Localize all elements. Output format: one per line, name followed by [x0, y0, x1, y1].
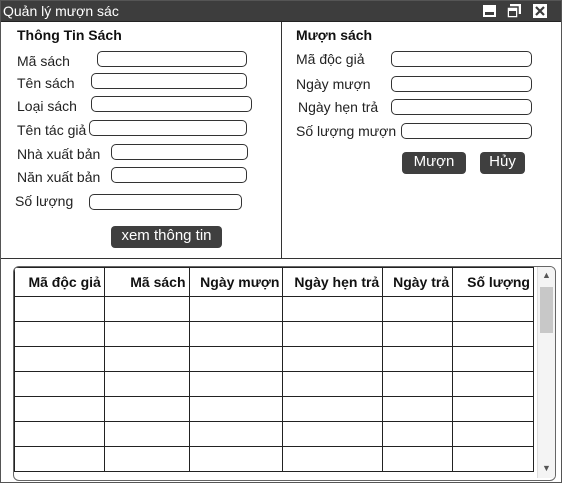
table-cell[interactable] [103, 321, 190, 347]
main-window: Quản lý mượn sác Thông Tin Sách Mã sách … [0, 0, 562, 483]
panel-divider-vertical [281, 22, 282, 258]
table-cell[interactable] [14, 446, 105, 472]
table-cell[interactable] [282, 321, 384, 347]
table-cell[interactable] [103, 396, 190, 422]
scroll-down-icon[interactable]: ▼ [542, 464, 551, 473]
column-header[interactable]: Ngày hẹn trả [282, 267, 384, 297]
table-cell[interactable] [103, 446, 190, 472]
title-bar[interactable]: Quản lý mượn sác [1, 1, 561, 22]
borrow-date-input[interactable] [391, 76, 532, 92]
window-title: Quản lý mượn sác [3, 3, 119, 19]
table-cell[interactable] [382, 396, 454, 422]
author-input[interactable] [89, 120, 247, 136]
due-date-input[interactable] [391, 99, 532, 115]
book-type-input[interactable] [91, 96, 252, 112]
table-cell[interactable] [382, 296, 454, 322]
minimize-icon[interactable] [482, 3, 498, 19]
table-cell[interactable] [188, 396, 284, 422]
restore-icon[interactable] [506, 3, 522, 19]
reader-id-label: Mã độc giả [296, 51, 365, 67]
scrollbar-thumb[interactable] [540, 287, 553, 333]
publish-year-input[interactable] [111, 167, 247, 183]
table-cell[interactable] [188, 346, 284, 372]
table-cell[interactable] [188, 371, 284, 397]
table-cell[interactable] [103, 421, 190, 447]
table-cell[interactable] [14, 346, 105, 372]
reader-id-input[interactable] [391, 51, 532, 67]
table-cell[interactable] [14, 321, 105, 347]
due-date-label: Ngày hẹn trả [298, 99, 379, 115]
table-cell[interactable] [382, 346, 454, 372]
quantity-label: Số lượng [15, 193, 74, 209]
panel-divider-horizontal [1, 258, 561, 259]
cancel-button[interactable]: Hủy [480, 152, 525, 174]
book-id-label: Mã sách [17, 53, 70, 69]
table-cell[interactable] [14, 371, 105, 397]
book-id-input[interactable] [97, 51, 247, 67]
table-cell[interactable] [103, 371, 190, 397]
table-row[interactable] [14, 296, 534, 322]
table-row[interactable] [14, 346, 534, 372]
borrow-quantity-label: Số lượng mượn [296, 123, 397, 139]
table-cell[interactable] [382, 371, 454, 397]
table-row[interactable] [14, 421, 534, 447]
table-cell[interactable] [382, 421, 454, 447]
column-header[interactable]: Mã độc giả [14, 267, 105, 297]
table-cell[interactable] [452, 321, 534, 347]
table-cell[interactable] [188, 296, 284, 322]
table-cell[interactable] [188, 421, 284, 447]
table-cell[interactable] [282, 421, 384, 447]
column-header[interactable]: Ngày mượn [188, 267, 284, 297]
table-row[interactable] [14, 446, 534, 472]
close-icon[interactable] [532, 3, 548, 19]
table-cell[interactable] [188, 446, 284, 472]
column-header[interactable]: Mã sách [103, 267, 190, 297]
table-cell[interactable] [103, 296, 190, 322]
borrow-date-label: Ngày mượn [296, 76, 371, 92]
table-cell[interactable] [14, 421, 105, 447]
table-cell[interactable] [282, 371, 384, 397]
borrow-quantity-input[interactable] [401, 123, 532, 139]
publisher-input[interactable] [111, 144, 248, 160]
borrow-heading: Mượn sách [296, 27, 373, 43]
table-header-row: Mã độc giả Mã sách Ngày mượn Ngày hẹn tr… [14, 267, 534, 297]
vertical-scrollbar[interactable]: ▲ ▼ [537, 267, 555, 478]
table-cell[interactable] [452, 346, 534, 372]
table-cell[interactable] [452, 421, 534, 447]
scroll-up-icon[interactable]: ▲ [542, 271, 551, 280]
borrow-button[interactable]: Mượn [402, 152, 466, 174]
table-cell[interactable] [452, 296, 534, 322]
table-cell[interactable] [382, 321, 454, 347]
table-cell[interactable] [103, 346, 190, 372]
table-cell[interactable] [188, 321, 284, 347]
column-header[interactable]: Số lượng [452, 267, 534, 297]
loans-table[interactable]: Mã độc giả Mã sách Ngày mượn Ngày hẹn tr… [13, 266, 556, 481]
view-info-button[interactable]: xem thông tin [111, 226, 222, 248]
table-row[interactable] [14, 321, 534, 347]
column-header[interactable]: Ngày trả [382, 267, 454, 297]
table-cell[interactable] [282, 346, 384, 372]
book-title-label: Tên sách [17, 75, 75, 91]
table-cell[interactable] [452, 446, 534, 472]
table-cell[interactable] [452, 396, 534, 422]
quantity-input[interactable] [89, 194, 242, 210]
table-cell[interactable] [382, 446, 454, 472]
table-cell[interactable] [452, 371, 534, 397]
loans-grid: Mã độc giả Mã sách Ngày mượn Ngày hẹn tr… [14, 267, 534, 472]
table-cell[interactable] [282, 296, 384, 322]
publisher-label: Nhà xuất bản [17, 146, 101, 162]
book-info-heading: Thông Tin Sách [17, 27, 122, 43]
table-cell[interactable] [14, 396, 105, 422]
table-cell[interactable] [282, 446, 384, 472]
table-row[interactable] [14, 396, 534, 422]
author-label: Tên tác giả [17, 122, 87, 138]
publish-year-label: Năn xuất bản [17, 169, 101, 185]
book-type-label: Loại sách [17, 98, 77, 114]
table-cell[interactable] [282, 396, 384, 422]
table-row[interactable] [14, 371, 534, 397]
book-title-input[interactable] [91, 73, 247, 89]
table-cell[interactable] [14, 296, 105, 322]
